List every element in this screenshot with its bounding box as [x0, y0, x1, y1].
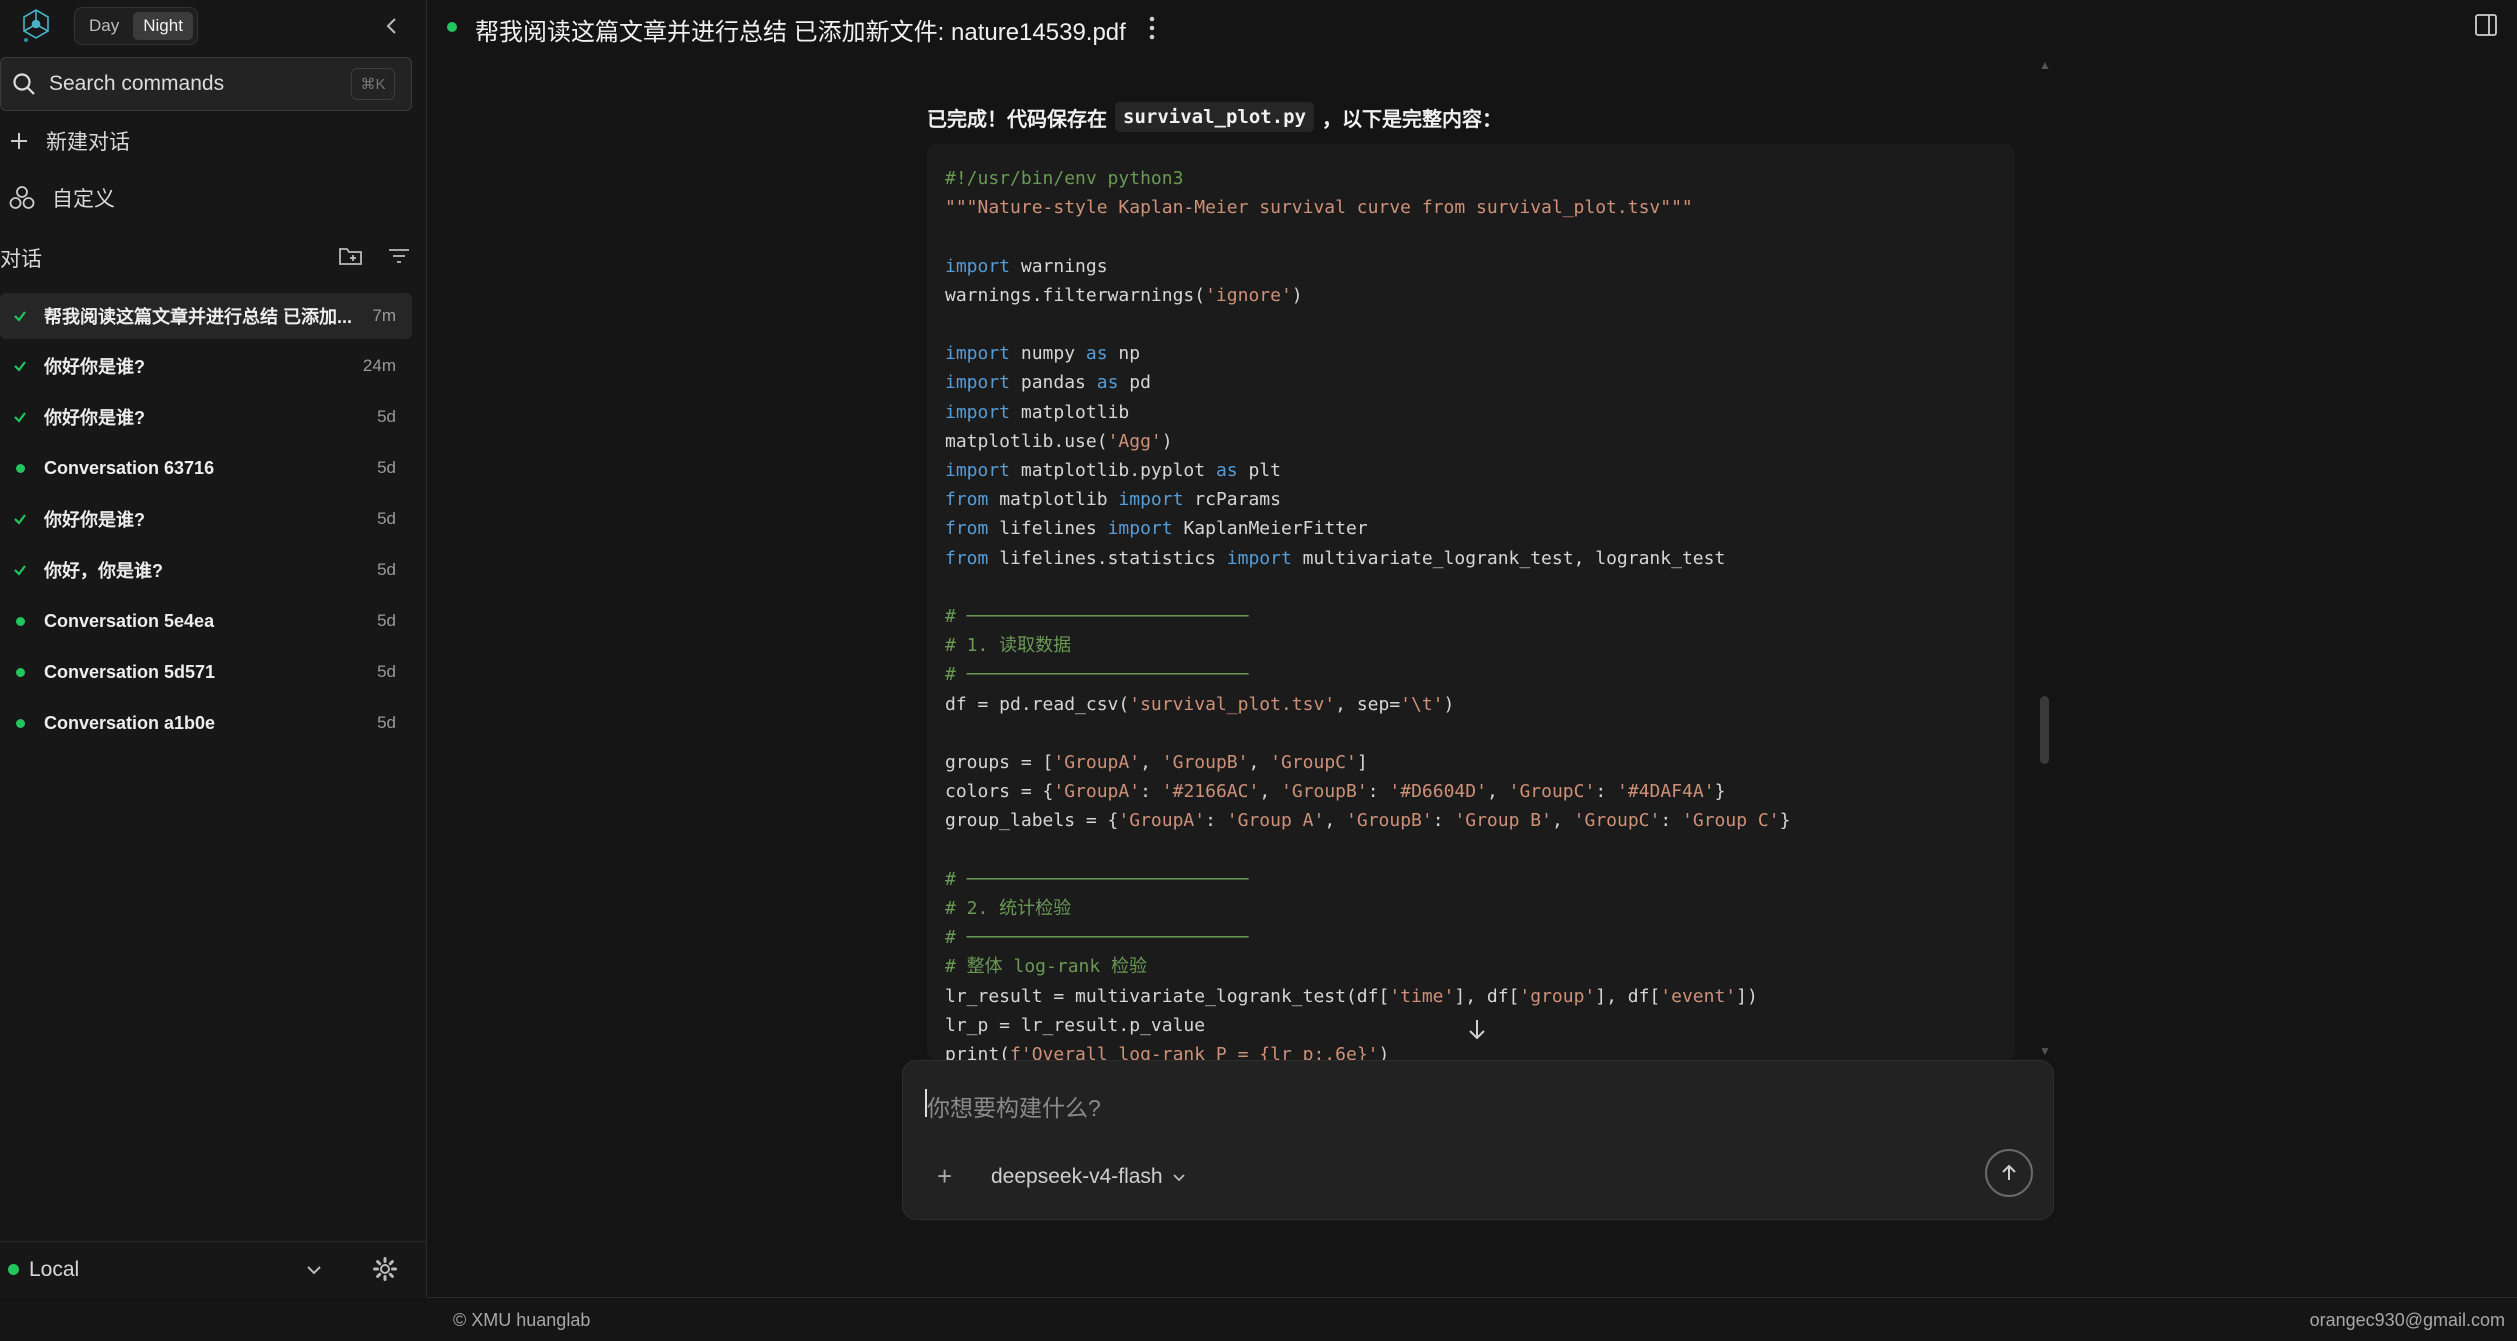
toggle-panel-icon[interactable]	[2473, 12, 2499, 38]
scroll-up-arrow-icon[interactable]: ▲	[2039, 58, 2051, 72]
message-composer: 你想要构建什么? + deepseek-v4-flash	[902, 1060, 2054, 1220]
footer-user-email: orangec930@gmail.com	[2309, 1310, 2505, 1330]
status-dot-icon	[12, 664, 28, 680]
chat-title: 帮我阅读这篇文章并进行总结 已添加新文件: nature14539.pdf	[475, 19, 1126, 46]
conversation-title: Conversation 5e4ea	[44, 610, 215, 631]
customize-label: 自定义	[52, 188, 115, 211]
new-folder-icon[interactable]	[338, 244, 364, 268]
conversation-title: Conversation 5d571	[44, 661, 216, 682]
conversation-title: 你好，你是谁?	[44, 561, 163, 581]
search-icon	[13, 73, 35, 95]
conversation-title: 你好你是谁?	[44, 408, 145, 428]
conversation-item[interactable]: Conversation 63716 5d	[0, 445, 412, 491]
conversation-item[interactable]: Conversation 5e4ea 5d	[0, 598, 412, 644]
new-chat-button[interactable]: 新建对话	[8, 126, 130, 156]
chevron-down-icon	[1172, 1174, 1185, 1182]
collapse-sidebar-icon[interactable]	[380, 14, 404, 38]
status-footer: © XMU huanglab orangec930@gmail.com	[427, 1297, 2517, 1341]
status-dot-icon	[12, 460, 28, 476]
conversation-title: Conversation 63716	[44, 457, 215, 478]
conversation-time: 24m	[362, 356, 396, 375]
conversation-time: 5d	[377, 458, 396, 477]
customize-icon	[9, 186, 35, 209]
environment-label: Local	[29, 1257, 80, 1281]
conversation-title: 你好你是谁?	[44, 357, 145, 377]
filter-icon[interactable]	[386, 244, 412, 268]
new-chat-label: 新建对话	[46, 131, 130, 154]
conversation-time: 5d	[377, 713, 396, 732]
assistant-message-intro: 已完成！代码保存在 survival_plot.py ，以下是完整内容：	[927, 102, 1502, 132]
sidebar: Day Night Search commands ⌘K 新建对话 自定义 对话…	[0, 0, 427, 1297]
send-button[interactable]	[1985, 1149, 2033, 1197]
conversations-section-title: 对话	[0, 248, 42, 271]
theme-day-option[interactable]: Day	[79, 12, 129, 40]
intro-text-after: ，以下是完整内容：	[1322, 108, 1503, 131]
customize-button[interactable]: 自定义	[8, 183, 115, 213]
app-logo-icon[interactable]	[18, 6, 54, 46]
gear-icon[interactable]	[372, 1256, 398, 1282]
theme-night-option[interactable]: Night	[133, 12, 193, 40]
code-content: #!/usr/bin/env python3 """Nature-style K…	[945, 168, 1791, 1060]
search-commands-button[interactable]: Search commands ⌘K	[0, 57, 412, 111]
conversations-section-header: 对话	[0, 242, 412, 274]
environment-selector[interactable]: Local	[0, 1241, 427, 1297]
conversation-time: 5d	[377, 560, 396, 579]
arrow-up-icon	[2002, 1164, 2016, 1180]
conversation-title: 帮我阅读这篇文章并进行总结 已添加...	[44, 307, 353, 327]
conversation-item[interactable]: 你好，你是谁? 5d	[0, 547, 412, 593]
check-icon	[12, 409, 28, 425]
message-input[interactable]: 你想要构建什么?	[927, 1089, 1101, 1123]
conversation-item[interactable]: 你好你是谁? 5d	[0, 394, 412, 440]
conversation-title: 你好你是谁?	[44, 510, 145, 530]
conversation-item[interactable]: Conversation 5d571 5d	[0, 649, 412, 695]
model-selector[interactable]: deepseek-v4-flash	[991, 1165, 1187, 1189]
scroll-down-arrow-icon[interactable]: ▼	[2039, 1044, 2051, 1058]
status-dot-icon	[12, 715, 28, 731]
intro-text-before: 已完成！代码保存在	[927, 108, 1107, 131]
status-dot-icon	[12, 613, 28, 629]
conversation-item[interactable]: 帮我阅读这篇文章并进行总结 已添加... 7m	[0, 293, 412, 339]
check-icon	[12, 562, 28, 578]
conversation-time: 5d	[377, 509, 396, 528]
code-block: #!/usr/bin/env python3 """Nature-style K…	[927, 144, 2015, 1060]
conversation-title: Conversation a1b0e	[44, 712, 216, 733]
attach-button[interactable]: +	[937, 1161, 952, 1192]
environment-status-icon	[8, 1264, 19, 1275]
chevron-down-icon[interactable]	[304, 1260, 324, 1280]
conversation-time: 5d	[377, 407, 396, 426]
check-icon	[12, 511, 28, 527]
conversation-item[interactable]: 你好你是谁? 5d	[0, 496, 412, 542]
conversation-time: 5d	[377, 662, 396, 681]
theme-toggle[interactable]: Day Night	[74, 7, 198, 45]
chat-scrollbar[interactable]	[2040, 696, 2049, 764]
conversation-time: 5d	[377, 611, 396, 630]
footer-copyright: © XMU huanglab	[453, 1310, 591, 1330]
more-options-icon[interactable]	[1147, 14, 1157, 42]
search-label: Search commands	[49, 72, 225, 95]
plus-icon	[11, 133, 27, 149]
chat-status-icon	[447, 22, 457, 32]
check-icon	[12, 358, 28, 374]
intro-filename: survival_plot.py	[1115, 102, 1315, 132]
scroll-to-bottom-icon[interactable]	[1465, 1016, 1489, 1044]
conversation-item[interactable]: 你好你是谁? 24m	[0, 343, 412, 389]
check-icon	[12, 308, 28, 324]
conversation-time: 7m	[372, 306, 396, 325]
search-shortcut: ⌘K	[351, 68, 395, 100]
conversation-item[interactable]: Conversation a1b0e 5d	[0, 700, 412, 746]
model-label: deepseek-v4-flash	[991, 1165, 1163, 1188]
chat-header: 帮我阅读这篇文章并进行总结 已添加新文件: nature14539.pdf	[427, 0, 2517, 56]
